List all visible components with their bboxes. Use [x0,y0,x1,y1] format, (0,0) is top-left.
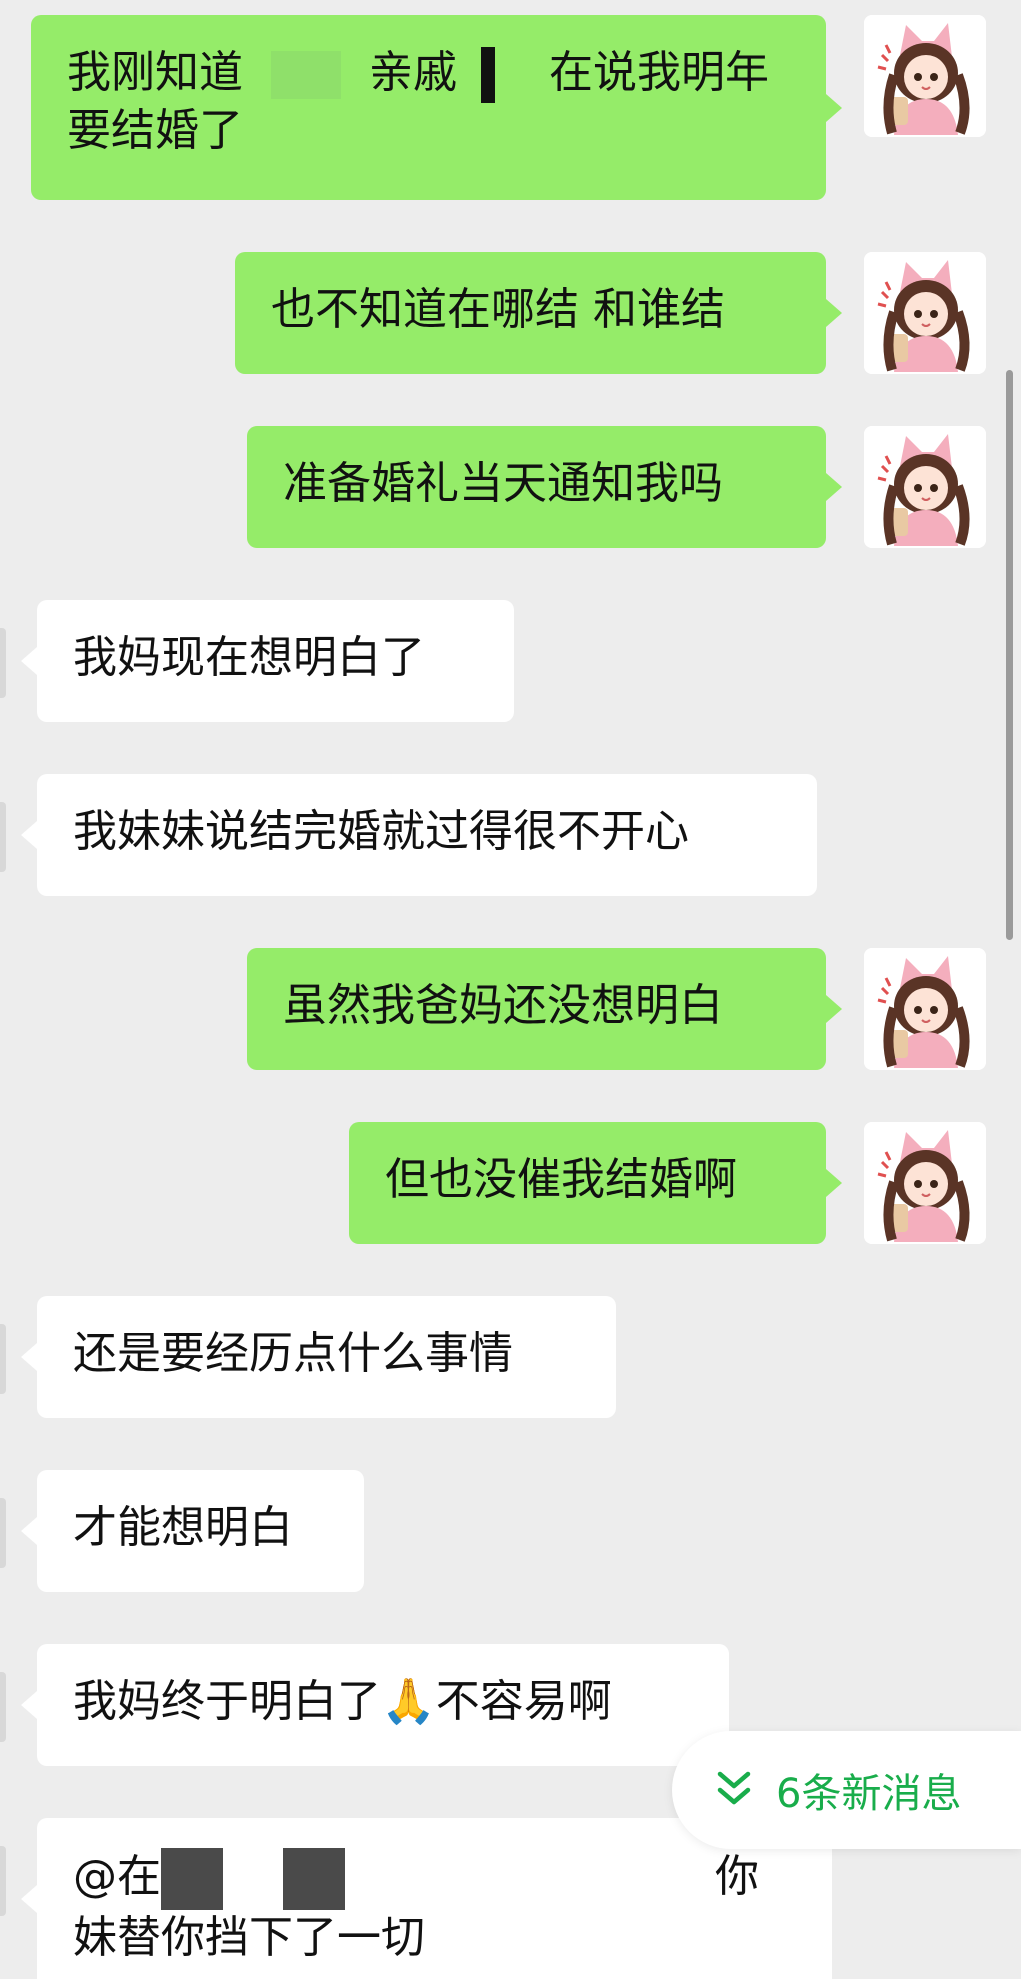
message-bubble-incoming[interactable]: 才能想明白 [21,1470,364,1592]
message-bubble-outgoing[interactable]: 虽然我爸妈还没想明白 [247,948,842,1070]
message-bubble-incoming[interactable]: 我妈现在想明白了 [21,600,514,722]
avatar[interactable] [864,252,986,374]
double-chevron-down-icon [712,1768,776,1812]
message-bubble-outgoing[interactable]: 我刚知道 亲戚 在说我明年 要结婚了 [31,15,842,200]
incoming-avatar-edge [0,1846,6,1916]
avatar[interactable] [864,1122,986,1244]
folded-hands-emoji: 🙏 [381,1676,436,1727]
message-bubble-incoming[interactable]: 我妈终于明白了🙏不容易啊 [21,1644,729,1766]
avatar[interactable] [864,15,986,137]
message-line: 要结婚了 [67,105,243,156]
redaction-block [283,1848,345,1910]
anime-girl-fox-hood-avatar-icon [864,426,986,548]
avatar[interactable] [864,948,986,1070]
anime-girl-fox-hood-avatar-icon [864,15,986,137]
incoming-avatar-edge [0,1498,6,1568]
incoming-avatar-edge [0,802,6,872]
message-bubble-incoming[interactable]: 我妹妹说结完婚就过得很不开心 [21,774,817,896]
anime-girl-fox-hood-avatar-icon [864,252,986,374]
message-bubble-outgoing[interactable]: 准备婚礼当天通知我吗 [247,426,842,548]
redaction-block [345,1848,715,1910]
redaction-block [271,51,341,99]
redaction-block [223,1848,283,1910]
message-bubble-outgoing[interactable]: 但也没催我结婚啊 [349,1122,842,1244]
message-line: @在你 [73,1848,796,1910]
incoming-avatar-edge [0,1324,6,1394]
redaction-block [481,47,495,103]
incoming-avatar-edge [0,1672,6,1742]
anime-girl-fox-hood-avatar-icon [864,948,986,1070]
new-messages-label: 6条新消息 [776,1771,962,1817]
scrollbar[interactable] [1006,370,1013,940]
message-bubble-incoming[interactable]: 还是要经历点什么事情 [21,1296,616,1418]
anime-girl-fox-hood-avatar-icon [864,1122,986,1244]
message-bubble-outgoing[interactable]: 也不知道在哪结 和谁结 [235,252,842,374]
avatar[interactable] [864,426,986,548]
message-line: 妹替你挡下了一切 [73,1912,425,1963]
incoming-avatar-edge [0,628,6,698]
message-line: 我刚知道 亲戚 在说我明年 [67,45,790,103]
new-messages-button[interactable]: 6条新消息 [672,1731,1021,1849]
redaction-block [161,1848,223,1910]
